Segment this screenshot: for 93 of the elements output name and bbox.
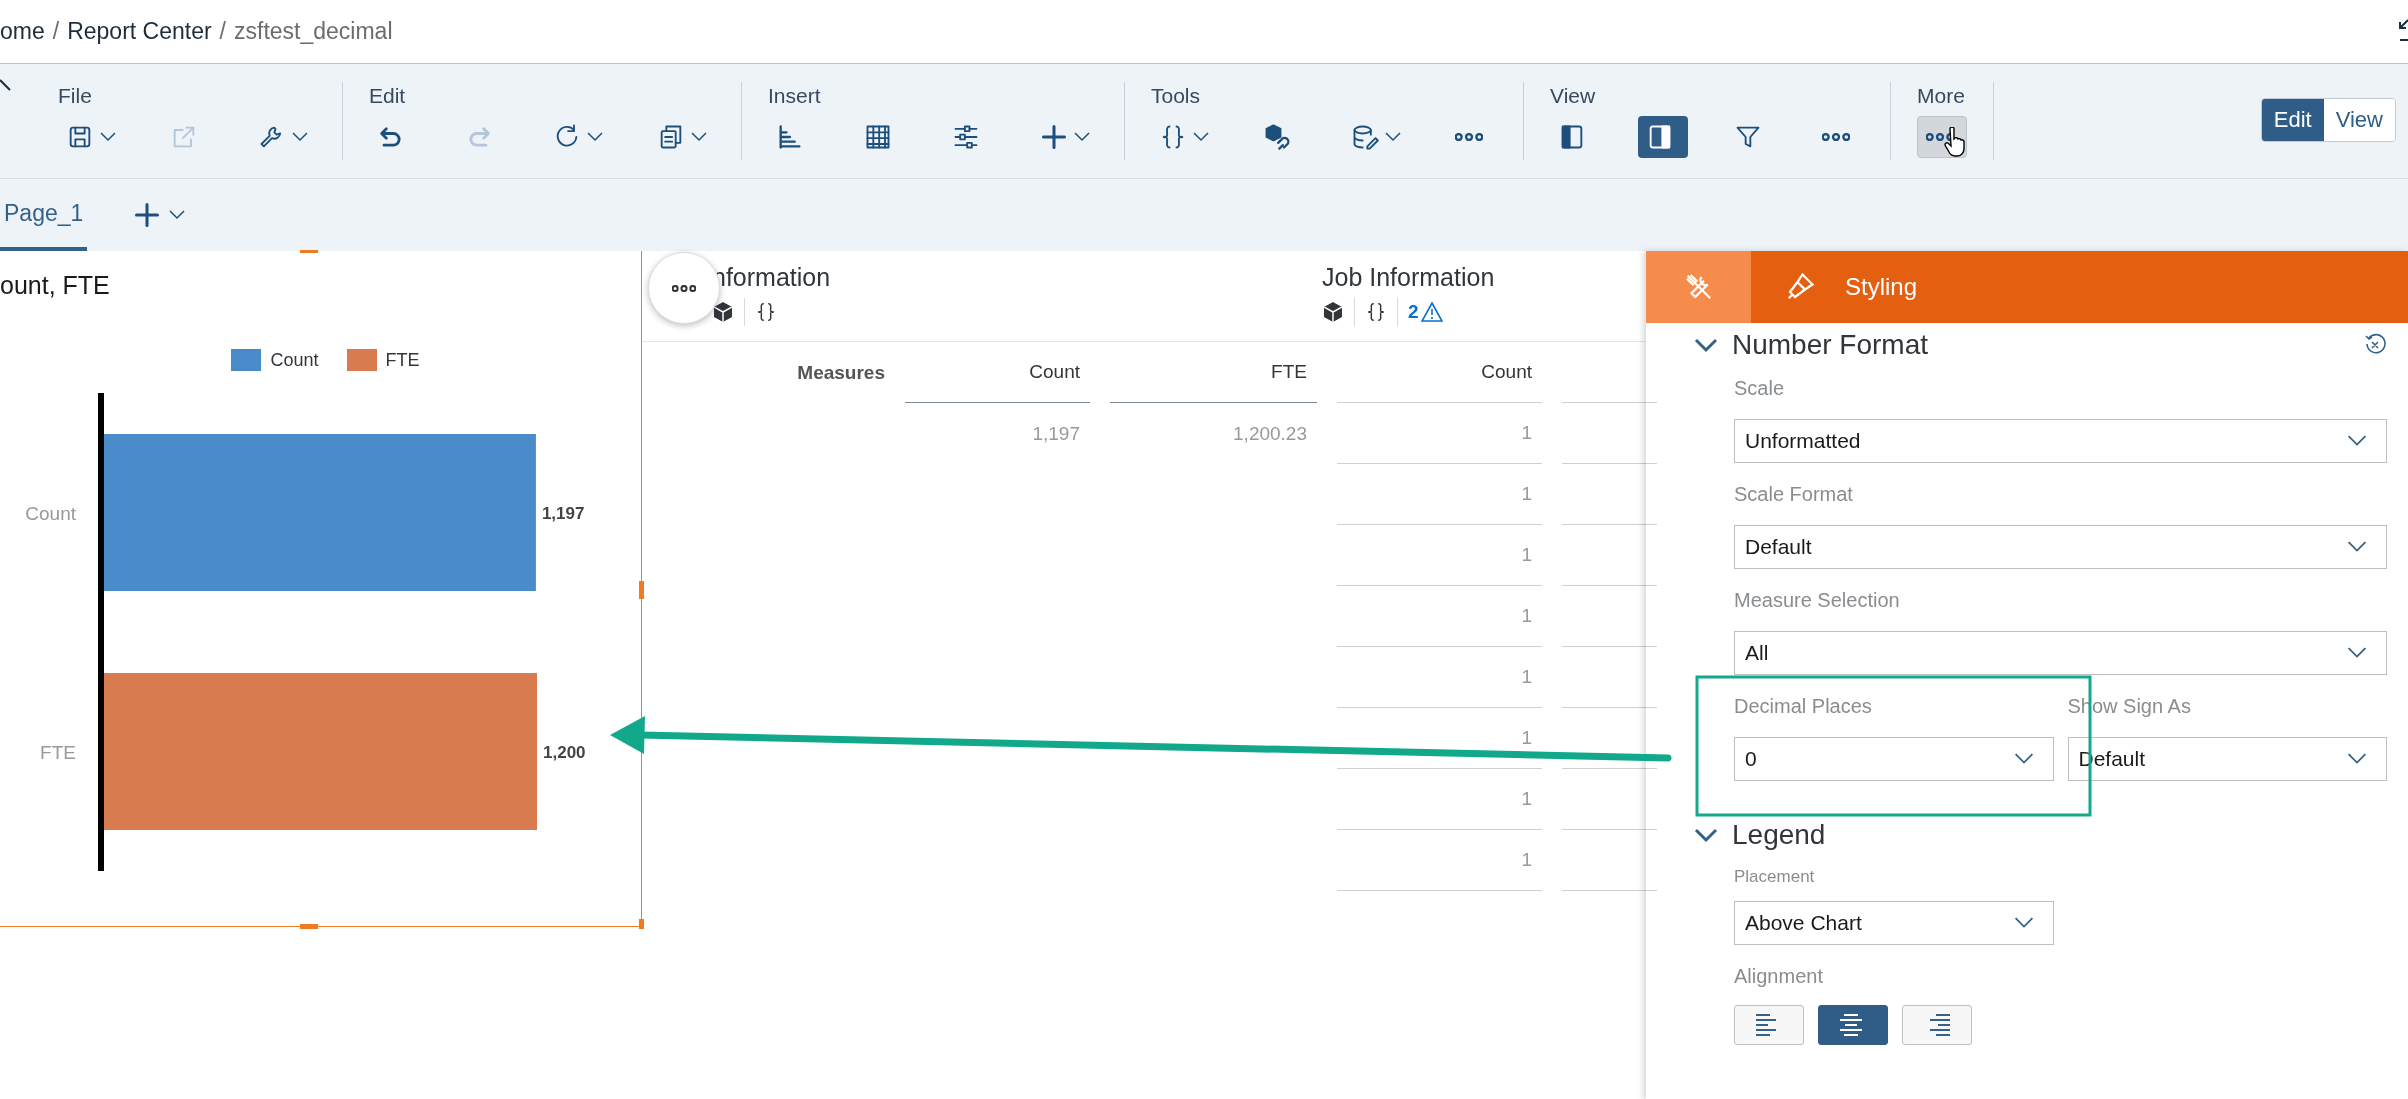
more-icon [672, 284, 696, 292]
table-section-title: Job Information [1322, 263, 1495, 292]
resize-handle[interactable] [639, 919, 644, 929]
section-title: Number Format [1732, 329, 1929, 361]
plus-icon [133, 201, 162, 229]
caret-icon [587, 132, 603, 142]
dropdown-field[interactable]: Default [1734, 525, 2387, 569]
field-label: Measure Selection [1734, 589, 1901, 613]
field-label: Scale [1734, 377, 1786, 401]
toolbar-group-label: Insert [768, 84, 822, 109]
column-header: FTE [1110, 342, 1317, 403]
caret-icon [2012, 917, 2035, 929]
table-cell: 1 [1337, 586, 1542, 647]
field-label: Placement [1734, 867, 1816, 888]
column-header: Count [905, 342, 1090, 403]
cubes-link-icon [1263, 123, 1291, 151]
cube-icon [712, 301, 734, 323]
warning-icon [1420, 302, 1443, 322]
caret-icon [100, 132, 116, 142]
category-label: Count [25, 502, 76, 524]
toolbar-group-label: View [1550, 84, 1597, 109]
table-cell: 1 [1337, 769, 1542, 830]
column-header: Count [1337, 342, 1542, 403]
table-icon [864, 123, 892, 151]
caret-icon [2346, 753, 2368, 765]
field-label: Alignment [1734, 965, 1824, 989]
caret-icon [1193, 132, 1209, 142]
more-icon [1455, 133, 1483, 141]
breadcrumb-link[interactable]: ome [0, 18, 45, 45]
sliders-icon [952, 123, 980, 151]
legend-label: FTE [385, 349, 420, 371]
resize-handle[interactable] [300, 924, 318, 929]
expand-icon[interactable] [2398, 18, 2408, 42]
caret-icon [292, 132, 308, 142]
more-button[interactable] [1917, 116, 1967, 158]
caret-icon [1385, 132, 1401, 142]
caret-icon [1074, 132, 1090, 142]
cube-icon [1322, 301, 1344, 323]
caret-icon [2346, 435, 2368, 447]
mode-toggle-button[interactable]: Edit [2261, 99, 2324, 141]
value-label: 1,197 [541, 503, 585, 523]
alignment-button[interactable] [1734, 1005, 1804, 1045]
caret-icon [691, 132, 707, 142]
resize-handle[interactable] [639, 581, 644, 599]
section-title: Legend [1732, 819, 1826, 851]
toolbar-group-label: Tools [1151, 84, 1202, 109]
chevron-icon[interactable] [1694, 337, 1718, 353]
tools-icon [1683, 272, 1714, 302]
breadcrumb-separator: / [52, 18, 60, 45]
alignment-button[interactable] [1818, 1005, 1888, 1045]
database-pencil-icon [1351, 123, 1379, 151]
table-cell-text: 1,200.23 [1232, 421, 1308, 446]
plus-icon [1040, 123, 1068, 151]
chart-title: ount, FTE [0, 271, 111, 301]
paint-brush-icon [1785, 272, 1815, 302]
alignment-button[interactable] [1902, 1005, 1972, 1045]
caret-icon [169, 210, 186, 220]
table-cell: 1 [1337, 647, 1542, 708]
breadcrumb-link[interactable]: Report Center [67, 18, 212, 45]
caret-icon [2346, 647, 2368, 659]
page-tab[interactable]: Page_1 [0, 179, 88, 251]
hand-cursor-icon [1942, 127, 1966, 157]
toolbar-group-label: File [58, 84, 93, 109]
table-cell: 1 [1337, 403, 1542, 464]
chevron-icon[interactable] [1694, 827, 1718, 843]
more-icon [1822, 133, 1850, 141]
table-section-title: nformation [712, 263, 832, 292]
dropdown-field[interactable]: Above Chart [1734, 901, 2054, 945]
caret-icon [2346, 541, 2368, 553]
caret-icon [2012, 753, 2035, 765]
table-cell-text: 1,197 [1031, 421, 1081, 446]
table-cell: 1 [1337, 525, 1542, 586]
legend-label: Count [270, 349, 319, 371]
mode-toggle-button[interactable]: View [2323, 99, 2395, 141]
warning-count[interactable]: 2 [1408, 301, 1443, 323]
column-header: Measures [796, 360, 885, 385]
dropdown-field[interactable]: Unformatted [1734, 419, 2387, 463]
table-cell: 1 [1337, 708, 1542, 769]
category-label: FTE [40, 741, 76, 763]
right-panel-button[interactable] [1638, 116, 1688, 158]
braces-icon [755, 301, 777, 323]
table-cell: 1 [1337, 830, 1542, 891]
value-label: 1,200 [543, 742, 586, 762]
toolbar-group-label: More [1917, 84, 1966, 109]
dropdown-field[interactable]: 0 [1734, 737, 2054, 781]
dropdown-field[interactable]: All [1734, 631, 2387, 675]
toolbar-group-label: Edit [369, 84, 407, 109]
field-label: Scale Format [1734, 483, 1854, 507]
braces-icon [1365, 301, 1387, 323]
field-label: Decimal Places [1734, 695, 1873, 719]
resize-handle[interactable] [300, 250, 318, 253]
breadcrumb-separator: / [219, 18, 226, 45]
table-cell: 1 [1337, 464, 1542, 525]
